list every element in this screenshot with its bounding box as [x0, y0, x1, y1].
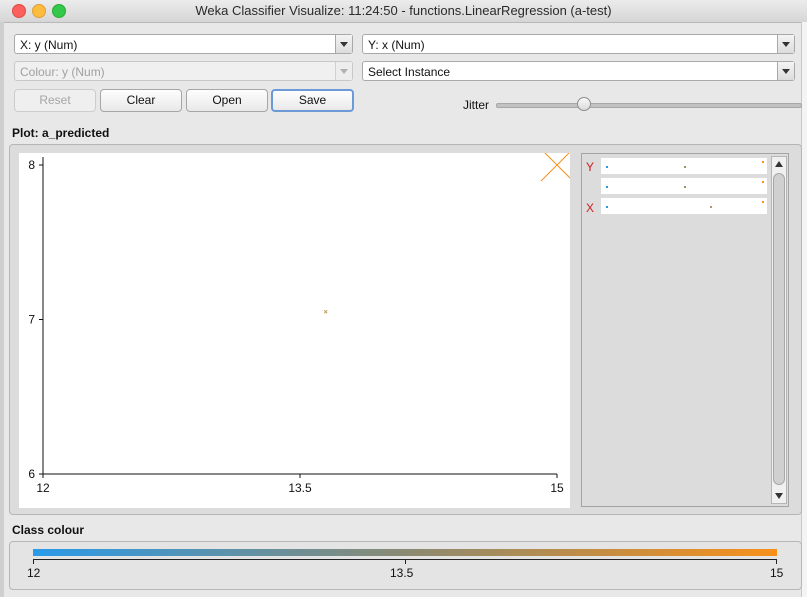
y-axis-select-value: Y: x (Num): [368, 38, 425, 52]
class-colour-tick: [33, 560, 34, 564]
legend-row-x-points: [606, 201, 764, 208]
plot-title: Plot: a_predicted: [12, 126, 110, 140]
legend-row-y-points: [606, 161, 764, 168]
x-tick-label: 13.5: [288, 481, 312, 495]
x-axis-select[interactable]: X: y (Num): [14, 34, 353, 54]
jitter-slider-thumb[interactable]: [577, 97, 591, 111]
window-title: Weka Classifier Visualize: 11:24:50 - fu…: [195, 3, 612, 18]
scroll-up-icon[interactable]: [775, 161, 783, 167]
chevron-down-icon[interactable]: [777, 35, 794, 53]
x-tick-label: 15: [550, 481, 564, 495]
data-point[interactable]: [323, 309, 328, 314]
legend-letter-y: Y: [586, 160, 595, 174]
data-point[interactable]: [540, 153, 570, 182]
class-colour-tick-label-mid: 13.5: [390, 566, 414, 580]
legend-letter-x: X: [586, 201, 595, 215]
class-colour-gradient: [33, 549, 777, 556]
scroll-down-icon[interactable]: [775, 493, 783, 499]
y-tick-label: 6: [28, 467, 35, 481]
legend-row-x[interactable]: [601, 198, 767, 214]
y-tick-label: 7: [28, 313, 35, 327]
reset-button: Reset: [14, 89, 96, 112]
x-axis-select-value: X: y (Num): [20, 38, 78, 52]
legend-row-y[interactable]: [601, 158, 767, 174]
scatter-plot[interactable]: 8 7 612 13.5 15: [19, 153, 570, 508]
scrollbar-thumb[interactable]: [773, 173, 785, 485]
class-colour-label: Class colour: [12, 523, 85, 537]
chevron-down-icon[interactable]: [335, 35, 352, 53]
background-window-edge: [0, 22, 4, 597]
save-button[interactable]: Save: [271, 89, 354, 112]
class-colour-tick: [776, 560, 777, 564]
select-instance-select[interactable]: Select Instance: [362, 61, 795, 81]
plot-area[interactable]: 8 7 6 12 13.5 15: [19, 153, 570, 508]
open-button[interactable]: Open: [186, 89, 268, 112]
class-colour-tick: [405, 560, 406, 564]
title-bar: Weka Classifier Visualize: 11:24:50 - fu…: [0, 0, 807, 23]
chevron-down-icon[interactable]: [777, 62, 794, 80]
y-tick-label: 8: [28, 158, 35, 172]
class-colour-tick-label-min: 12: [27, 566, 41, 580]
x-tick-label: 12: [36, 481, 50, 495]
chevron-down-icon: [335, 62, 352, 80]
jitter-slider[interactable]: [496, 103, 802, 108]
class-colour-tick-label-max: 15: [770, 566, 784, 580]
colour-select-value: Colour: y (Num): [20, 65, 105, 79]
y-axis-select[interactable]: Y: x (Num): [362, 34, 795, 54]
legend-row-middle[interactable]: [601, 178, 767, 194]
legend-scrollbar[interactable]: [771, 156, 787, 504]
jitter-label: Jitter: [463, 98, 490, 112]
clear-button[interactable]: Clear: [100, 89, 182, 112]
select-instance-value: Select Instance: [368, 65, 451, 79]
colour-select: Colour: y (Num): [14, 61, 353, 81]
legend-row-middle-points: [606, 181, 764, 188]
